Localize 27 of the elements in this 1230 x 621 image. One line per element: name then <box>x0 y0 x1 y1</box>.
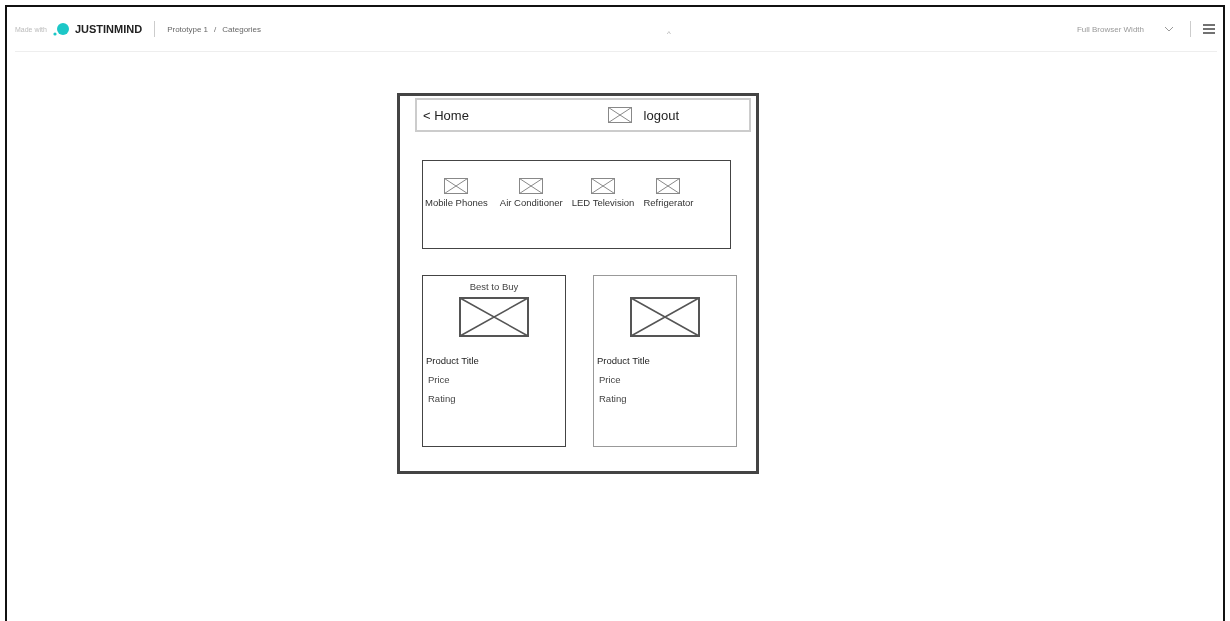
image-placeholder-icon <box>519 178 544 194</box>
breadcrumb-current: Categories <box>222 24 261 34</box>
image-placeholder-icon <box>630 297 700 337</box>
breadcrumb-link[interactable]: Prototype 1 <box>167 24 209 34</box>
image-placeholder-icon <box>656 178 681 194</box>
product-rating: Rating <box>428 393 457 404</box>
category-label[interactable]: Air Conditioner <box>499 197 563 208</box>
product-rating: Rating <box>599 393 628 404</box>
logout-link[interactable]: logout <box>643 107 679 123</box>
breadcrumb-separator: / <box>214 24 217 34</box>
product-title: Product Title <box>426 355 480 366</box>
product-price: Price <box>599 374 622 385</box>
product-tag: Best to Buy <box>469 281 519 295</box>
image-placeholder-icon <box>459 297 529 337</box>
image-placeholder-icon <box>444 178 469 194</box>
category-label[interactable]: LED Television <box>571 197 635 208</box>
product-price: Price <box>428 374 451 385</box>
home-link[interactable]: < Home <box>423 107 608 123</box>
image-placeholder-icon <box>607 107 632 123</box>
product-title: Product Title <box>597 355 651 366</box>
logo-icon <box>52 22 69 36</box>
category-label[interactable]: Refrigerator <box>643 197 694 208</box>
category-label[interactable]: Mobile Phones <box>425 197 488 208</box>
brand-name: JUSTINMIND <box>74 23 143 35</box>
chevron-down-icon[interactable] <box>1164 26 1174 32</box>
menu-icon[interactable] <box>1203 24 1215 34</box>
image-placeholder-icon <box>591 178 616 194</box>
